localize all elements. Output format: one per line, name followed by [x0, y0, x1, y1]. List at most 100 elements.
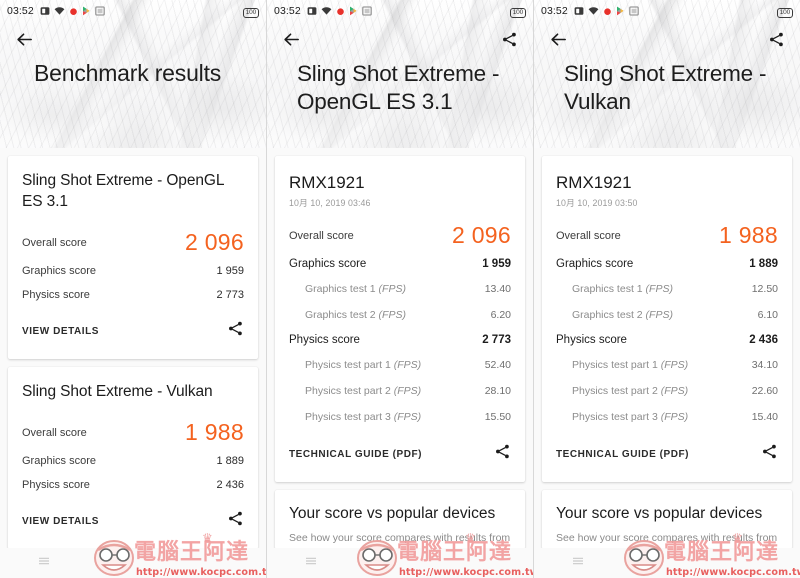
app-icon [361, 6, 372, 16]
share-icon[interactable] [764, 27, 788, 51]
comparison-card[interactable]: Your score vs popular devices See how yo… [275, 490, 525, 549]
status-bar-clock: 03:52 [541, 5, 568, 17]
result-timestamp: 10月 10, 2019 03:46 [289, 198, 371, 208]
back-icon[interactable] [279, 27, 303, 51]
graphics-test-2-row: Graphics test 2 (FPS) 6.20 [289, 302, 511, 328]
physics-score-value: 2 436 [216, 479, 244, 491]
graphics-test-1-label: Graphics test 1 (FPS) [572, 283, 673, 295]
share-icon[interactable] [497, 27, 521, 51]
graphics-test-2-label: Graphics test 2 (FPS) [572, 309, 673, 321]
app-bar [534, 22, 800, 56]
physics-test-3-value: 15.50 [484, 411, 511, 423]
share-icon[interactable] [494, 443, 511, 465]
wifi-icon [321, 6, 332, 16]
result-card-title: Sling Shot Extreme - Vulkan [22, 383, 213, 400]
card-actions: VIEW DETAILS [22, 497, 244, 545]
technical-guide-button[interactable]: TECHNICAL GUIDE (PDF) [289, 449, 422, 460]
scroll-content[interactable]: RMX1921 10月 10, 2019 03:50 Overall score… [534, 156, 800, 578]
physics-test-2-value: 22.60 [751, 385, 778, 397]
battery-indicator: 100 [776, 5, 793, 18]
view-details-button[interactable]: VIEW DETAILS [22, 516, 99, 527]
result-card-vulkan[interactable]: Sling Shot Extreme - Vulkan Overall scor… [8, 367, 258, 549]
recents-icon[interactable] [37, 554, 51, 573]
overall-score-value: 2 096 [451, 222, 511, 248]
home-icon[interactable] [393, 554, 407, 573]
graphics-score-label: Graphics score [22, 265, 96, 277]
graphics-score-value: 1 889 [216, 455, 244, 467]
physics-test-3-row: Physics test part 3 (FPS) 15.40 [556, 404, 778, 430]
overall-score-value: 1 988 [718, 222, 778, 248]
physics-test-1-value: 34.10 [751, 359, 778, 371]
scroll-content[interactable]: RMX1921 10月 10, 2019 03:46 Overall score… [267, 156, 533, 578]
result-card-opengl[interactable]: Sling Shot Extreme - OpenGL ES 3.1 Overa… [8, 156, 258, 359]
graphics-test-2-value: 6.10 [757, 309, 778, 321]
status-bar-icons [574, 6, 639, 16]
page-title: Sling Shot Extreme - Vulkan [564, 61, 767, 114]
graphics-score-row: Graphics score 1 959 [289, 252, 511, 276]
graphics-score-label: Graphics score [22, 455, 96, 467]
graphics-test-1-row: Graphics test 1 (FPS) 12.50 [556, 276, 778, 302]
back-nav-icon[interactable] [482, 554, 496, 573]
scroll-content[interactable]: Sling Shot Extreme - OpenGL ES 3.1 Overa… [0, 156, 266, 578]
graphics-score-row: Graphics score 1 889 [22, 449, 244, 473]
comparison-subtitle: See how your score compares with results… [556, 532, 778, 544]
technical-guide-button[interactable]: TECHNICAL GUIDE (PDF) [556, 449, 689, 460]
back-icon[interactable] [546, 27, 570, 51]
back-icon[interactable] [12, 27, 36, 51]
hero-header: 03:52 [267, 0, 533, 148]
recents-icon[interactable] [571, 554, 585, 573]
physics-test-2-value: 28.10 [484, 385, 511, 397]
home-icon[interactable] [660, 554, 674, 573]
detail-card[interactable]: RMX1921 10月 10, 2019 03:50 Overall score… [542, 156, 792, 482]
physics-test-3-value: 15.40 [751, 411, 778, 423]
screenshot-triptych: 03:52 100 Benchmark results Sling Shot E… [0, 0, 800, 578]
physics-score-label: Physics score [22, 479, 90, 491]
physics-score-label: Physics score [22, 289, 90, 301]
physics-test-1-row: Physics test part 1 (FPS) 52.40 [289, 352, 511, 378]
page-title: Sling Shot Extreme - OpenGL ES 3.1 [297, 61, 500, 114]
view-details-button[interactable]: VIEW DETAILS [22, 326, 99, 337]
record-icon [69, 7, 78, 16]
overall-score-label: Overall score [556, 229, 621, 242]
overall-score-label: Overall score [22, 426, 87, 439]
comparison-card[interactable]: Your score vs popular devices See how yo… [542, 490, 792, 549]
record-icon [336, 7, 345, 16]
physics-test-1-label: Physics test part 1 (FPS) [305, 359, 422, 371]
physics-test-2-row: Physics test part 2 (FPS) 22.60 [556, 378, 778, 404]
system-navigation-bar [267, 548, 533, 578]
app-icon [94, 6, 105, 16]
play-store-icon [82, 6, 91, 16]
status-bar-clock: 03:52 [7, 5, 34, 17]
home-icon[interactable] [126, 554, 140, 573]
battery-indicator: 100 [509, 5, 526, 18]
status-bar-icons [40, 6, 105, 16]
graphics-score-row: Graphics score 1 959 [22, 259, 244, 283]
app-bar [267, 22, 533, 56]
status-bar: 03:52 100 [267, 0, 533, 22]
system-navigation-bar [0, 548, 266, 578]
physics-score-value: 2 436 [749, 334, 778, 346]
share-icon[interactable] [227, 320, 244, 342]
physics-test-1-row: Physics test part 1 (FPS) 34.10 [556, 352, 778, 378]
share-icon[interactable] [227, 510, 244, 532]
back-nav-icon[interactable] [749, 554, 763, 573]
screenshot-icon [307, 6, 317, 16]
overall-score-value: 2 096 [184, 229, 244, 255]
graphics-test-2-value: 6.20 [490, 309, 511, 321]
status-bar-clock: 03:52 [274, 5, 301, 17]
physics-test-1-label: Physics test part 1 (FPS) [572, 359, 689, 371]
physics-test-1-value: 52.40 [484, 359, 511, 371]
status-bar-icons [307, 6, 372, 16]
overall-score-row: Overall score 2 096 [22, 224, 244, 259]
physics-score-value: 2 773 [216, 289, 244, 301]
status-bar: 03:52 100 [534, 0, 800, 22]
physics-score-row: Physics score 2 773 [22, 283, 244, 307]
battery-level-text: 100 [776, 8, 793, 18]
share-icon[interactable] [761, 443, 778, 465]
back-nav-icon[interactable] [215, 554, 229, 573]
detail-card[interactable]: RMX1921 10月 10, 2019 03:46 Overall score… [275, 156, 525, 482]
recents-icon[interactable] [304, 554, 318, 573]
wifi-icon [588, 6, 599, 16]
result-timestamp: 10月 10, 2019 03:50 [556, 198, 638, 208]
physics-test-3-label: Physics test part 3 (FPS) [572, 411, 689, 423]
